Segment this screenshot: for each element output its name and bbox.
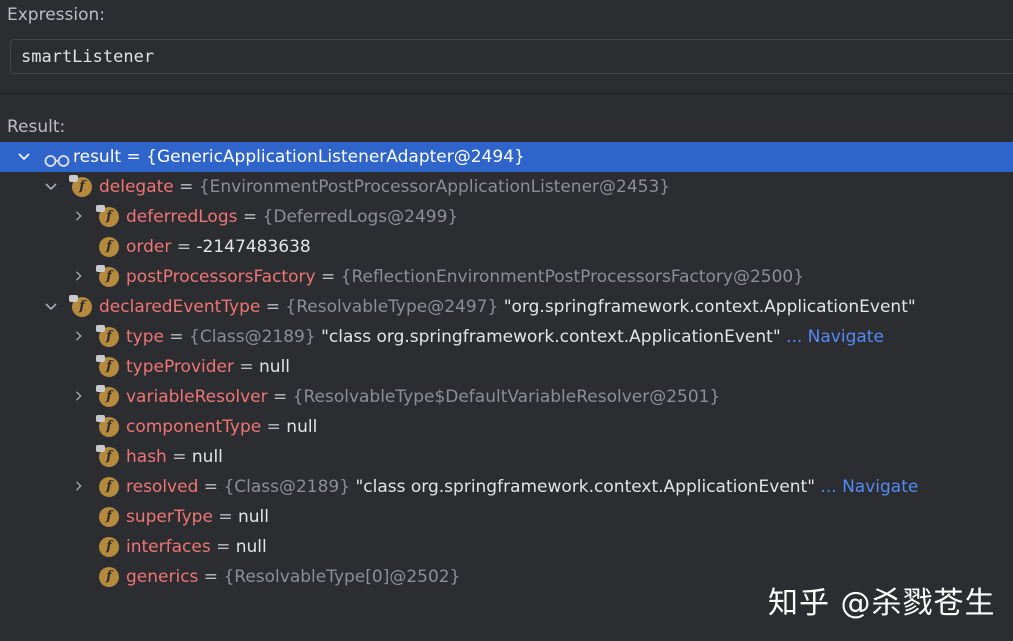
- field-icon: f: [99, 237, 119, 257]
- tree-row-typeprovider[interactable]: f typeProvider = null: [0, 352, 1013, 382]
- field-name: componentType: [126, 417, 262, 437]
- field-name: type: [126, 327, 164, 347]
- field-name: result: [73, 147, 122, 167]
- field-type: {Class@2189}: [223, 477, 351, 497]
- equals-sign: =: [171, 237, 197, 257]
- watch-glasses-icon: [44, 149, 70, 167]
- tree-row-declaredeventtype[interactable]: f declaredEventType = {ResolvableType@24…: [0, 292, 1013, 322]
- field-name: typeProvider: [126, 357, 234, 377]
- result-tree[interactable]: result = {GenericApplicationListenerAdap…: [0, 142, 1013, 641]
- field-icon: f: [96, 205, 119, 227]
- field-icon: f: [96, 355, 119, 377]
- equals-sign: =: [233, 357, 260, 377]
- tree-row-deferredlogs[interactable]: f deferredLogs = {DeferredLogs@2499}: [0, 202, 1013, 232]
- field-icon: f: [96, 415, 119, 437]
- field-name: declaredEventType: [99, 297, 261, 317]
- field-name: postProcessorsFactory: [126, 267, 316, 287]
- equals-sign: =: [166, 447, 192, 467]
- chevron-right-icon[interactable]: [71, 202, 87, 232]
- tree-row-postprocessorsfactory[interactable]: f postProcessorsFactory = {ReflectionEnv…: [0, 262, 1013, 292]
- field-name: hash: [126, 447, 167, 467]
- equals-sign: =: [198, 567, 224, 587]
- field-icon: f: [69, 175, 92, 197]
- field-icon: f: [99, 507, 119, 527]
- expression-field[interactable]: [10, 39, 1013, 74]
- equals-sign: =: [315, 267, 341, 287]
- equals-sign: =: [210, 537, 236, 557]
- tree-row-delegate[interactable]: f delegate = {EnvironmentPostProcessorAp…: [0, 172, 1013, 202]
- field-name: order: [126, 237, 172, 257]
- field-icon: f: [96, 265, 119, 287]
- field-type: {ResolvableType[0]@2502}: [223, 567, 461, 587]
- equals-sign: =: [237, 207, 263, 227]
- field-icon: f: [96, 385, 119, 407]
- tree-row-type[interactable]: f type = {Class@2189} "class org.springf…: [0, 322, 1013, 352]
- divider: [0, 93, 1013, 94]
- field-value: null: [191, 447, 223, 467]
- tree-row-order[interactable]: f order = -2147483638: [0, 232, 1013, 262]
- field-name: resolved: [126, 477, 199, 497]
- field-icon: f: [99, 477, 119, 497]
- field-value: "org.springframework.context.Application…: [498, 297, 916, 317]
- field-value: null: [259, 357, 291, 377]
- field-value: -2147483638: [196, 237, 311, 257]
- chevron-down-icon[interactable]: [43, 292, 59, 322]
- field-value: "class org.springframework.context.Appli…: [350, 477, 816, 497]
- chevron-right-icon[interactable]: [71, 382, 87, 412]
- navigate-link[interactable]: ... Navigate: [815, 477, 918, 497]
- equals-sign: =: [198, 477, 224, 497]
- equals-sign: =: [260, 297, 286, 317]
- field-icon: f: [99, 537, 119, 557]
- field-name: variableResolver: [126, 387, 268, 407]
- field-type: {Class@2189}: [189, 327, 316, 347]
- field-type: {ResolvableType@2497}: [285, 297, 499, 317]
- field-type: {ReflectionEnvironmentPostProcessorsFact…: [340, 267, 805, 287]
- expression-input[interactable]: [21, 47, 921, 67]
- tree-row-interfaces[interactable]: f interfaces = null: [0, 532, 1013, 562]
- chevron-down-icon[interactable]: [43, 172, 59, 202]
- expression-label: Expression:: [7, 5, 106, 25]
- tree-row-resolved[interactable]: f resolved = {Class@2189} "class org.spr…: [0, 472, 1013, 502]
- field-icon: f: [99, 567, 119, 587]
- field-name: interfaces: [126, 537, 211, 557]
- equals-sign: =: [267, 387, 293, 407]
- result-label: Result:: [7, 117, 66, 137]
- tree-row-componenttype[interactable]: f componentType = null: [0, 412, 1013, 442]
- tree-row-variableresolver[interactable]: f variableResolver = {ResolvableType$Def…: [0, 382, 1013, 412]
- field-icon: f: [96, 445, 119, 467]
- chevron-right-icon[interactable]: [71, 472, 87, 502]
- field-value: "class org.springframework.context.Appli…: [315, 327, 781, 347]
- field-icon: f: [96, 325, 119, 347]
- equals-sign: =: [163, 327, 190, 347]
- equals-sign: =: [121, 147, 147, 167]
- navigate-link[interactable]: ... Navigate: [781, 327, 884, 347]
- field-type: {GenericApplicationListenerAdapter@2494}: [146, 147, 525, 167]
- field-type: {ResolvableType$DefaultVariableResolver@…: [292, 387, 721, 407]
- field-name: delegate: [99, 177, 174, 197]
- field-icon: f: [69, 295, 92, 317]
- chevron-right-icon[interactable]: [71, 322, 87, 352]
- tree-row-result[interactable]: result = {GenericApplicationListenerAdap…: [0, 142, 1013, 172]
- field-value: null: [237, 507, 269, 527]
- equals-sign: =: [173, 177, 199, 197]
- field-value: null: [235, 537, 267, 557]
- field-type: {DeferredLogs@2499}: [262, 207, 459, 227]
- field-type: {EnvironmentPostProcessorApplicationList…: [198, 177, 671, 197]
- field-name: superType: [126, 507, 213, 527]
- equals-sign: =: [212, 507, 238, 527]
- field-value: null: [286, 417, 318, 437]
- chevron-right-icon[interactable]: [71, 262, 87, 292]
- tree-row-hash[interactable]: f hash = null: [0, 442, 1013, 472]
- tree-row-supertype[interactable]: f superType = null: [0, 502, 1013, 532]
- field-name: generics: [126, 567, 199, 587]
- watermark: 知乎 @杀戮苍生: [768, 586, 996, 621]
- chevron-down-icon[interactable]: [16, 142, 32, 172]
- field-name: deferredLogs: [126, 207, 238, 227]
- equals-sign: =: [261, 417, 287, 437]
